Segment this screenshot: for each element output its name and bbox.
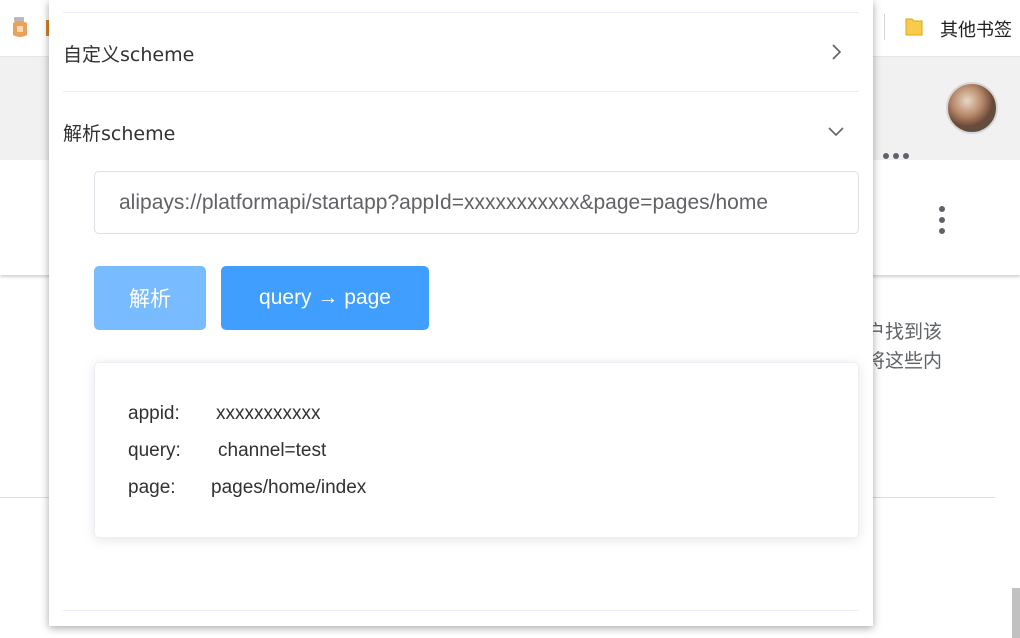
- page-text-line-1: 户找到该: [866, 321, 943, 343]
- result-label-query: query:: [128, 440, 181, 461]
- bookmark-divider: [884, 14, 885, 40]
- collapse-title-custom-scheme: 自定义scheme: [63, 44, 195, 66]
- result-value-query: channel=test: [218, 440, 327, 461]
- page-text-line-2: 将这些内: [866, 350, 943, 372]
- result-value-appid: xxxxxxxxxxx: [216, 403, 321, 424]
- scheme-input[interactable]: [94, 171, 859, 234]
- chevron-right-icon: [832, 44, 842, 60]
- bookmark-folder-label[interactable]: 其他书签: [940, 16, 1012, 42]
- more-vert-icon[interactable]: [937, 206, 947, 234]
- extension-popup: 自定义scheme 解析scheme 解析 query → page appid…: [49, 0, 873, 626]
- collapse-item-custom-scheme[interactable]: 自定义scheme: [63, 13, 859, 92]
- result-label-page: page:: [128, 477, 176, 498]
- folder-icon[interactable]: [903, 16, 925, 38]
- parse-button[interactable]: 解析: [94, 266, 206, 330]
- collapse-item-parse-scheme[interactable]: 解析scheme: [63, 92, 859, 171]
- chevron-down-icon: [828, 127, 844, 137]
- result-label-appid: appid:: [128, 403, 180, 424]
- scrollbar-thumb[interactable]: [1012, 588, 1020, 638]
- parse-result-card: appid: xxxxxxxxxxx query: channel=test p…: [94, 362, 859, 538]
- collapse-title-parse-scheme: 解析scheme: [63, 123, 176, 145]
- extension-icon[interactable]: [10, 15, 30, 39]
- result-value-page: pages/home/index: [211, 477, 367, 498]
- avatar[interactable]: [946, 82, 998, 134]
- collapse-bottom-divider: [63, 610, 859, 611]
- query-to-page-button[interactable]: query → page: [221, 266, 429, 330]
